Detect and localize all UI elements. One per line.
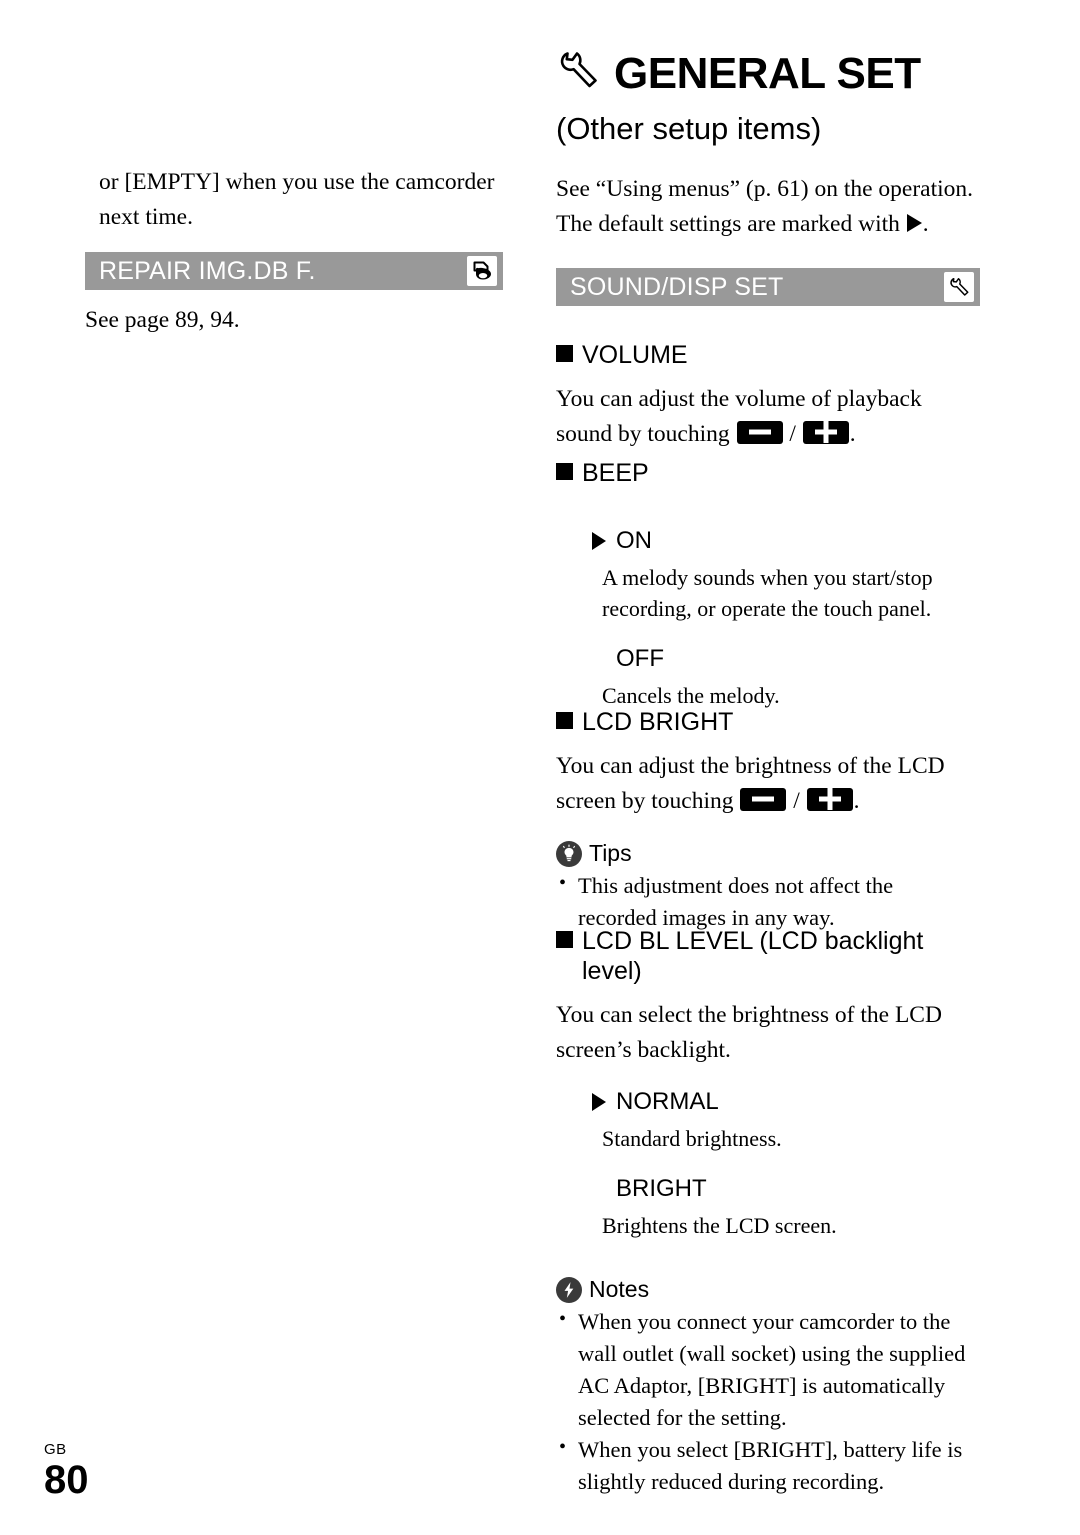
default-marker-triangle-icon (592, 1093, 606, 1112)
default-marker-triangle-icon (592, 532, 606, 550)
setting-heading-label: LCD BL LEVEL (LCD backlight level) (582, 927, 924, 985)
setting-description-lcd-bright: You can adjust the brightness of the LCD… (556, 749, 980, 818)
manage-media-icon (467, 256, 497, 286)
chapter-subtitle: (Other setup items) (556, 111, 822, 146)
slash-separator: / (789, 420, 796, 447)
option-description: A melody sounds when you start/stop reco… (602, 564, 933, 622)
notes-callout-header: Notes (556, 1276, 986, 1304)
setting-item-lcd-bl-level: LCD BL LEVEL (LCD backlight level) You c… (556, 926, 986, 1499)
option-label: NORMAL (616, 1088, 719, 1116)
intro-line-1: See “Using menus” (p. 61) on the operati… (556, 176, 974, 202)
chapter-title-text: GENERAL SET (614, 48, 921, 98)
setting-heading-volume: VOLUME (556, 340, 980, 370)
option-beep-off[interactable]: OFF (556, 645, 980, 674)
lightning-bolt-icon (556, 1276, 582, 1303)
intro-line-2-before: The default settings are marked with (556, 210, 900, 237)
option-label: ON (616, 527, 652, 554)
list-item: This adjustment does not affect the reco… (556, 869, 976, 934)
notes-label: Notes (589, 1276, 650, 1303)
slash-separator: / (793, 787, 800, 814)
intro-paragraph: See “Using menus” (p. 61) on the operati… (556, 172, 986, 241)
continued-paragraph: or [EMPTY] when you use the camcorder ne… (99, 169, 495, 230)
square-bullet-icon (556, 463, 573, 480)
plus-button-icon[interactable] (806, 787, 853, 811)
square-bullet-icon (556, 712, 573, 729)
option-lcd-bl-bright[interactable]: BRIGHT (556, 1175, 986, 1204)
option-description: Brightens the LCD screen. (602, 1212, 837, 1238)
list-item: When you connect your camcorder to the w… (556, 1305, 980, 1434)
setting-heading-beep: BEEP (556, 458, 980, 488)
page-footer: GB 80 (44, 1442, 89, 1500)
option-description: Standard brightness. (602, 1125, 782, 1151)
intro-line-2-after: . (922, 210, 929, 237)
setting-heading-label: VOLUME (582, 341, 688, 369)
lightbulb-icon (556, 840, 582, 867)
setting-heading-lcd-bl-level: LCD BL LEVEL (LCD backlight level) (556, 926, 986, 986)
default-marker-triangle-icon (906, 213, 922, 232)
option-label: OFF (616, 645, 664, 673)
notes-bullet-list: When you connect your camcorder to the w… (556, 1305, 980, 1499)
period: . (853, 787, 860, 814)
setting-item-lcd-bright: LCD BRIGHT You can adjust the brightness… (556, 707, 980, 935)
manual-page: or [EMPTY] when you use the camcorder ne… (0, 0, 1080, 1535)
setting-description-volume: You can adjust the volume of playback so… (556, 382, 980, 451)
tips-bullet-list: This adjustment does not affect the reco… (556, 869, 976, 934)
minus-button-icon[interactable] (736, 420, 783, 444)
page-number: 80 (44, 1458, 89, 1502)
section-bar-sound-disp-set: SOUND/DISP SET (556, 268, 980, 306)
plus-button-icon[interactable] (802, 420, 849, 444)
left-column: or [EMPTY] when you use the camcorder ne… (85, 0, 503, 1400)
wrench-icon (944, 272, 974, 302)
setting-heading-label: BEEP (582, 459, 649, 487)
footer-region-code: GB (44, 1441, 67, 1458)
right-column: GENERAL SET (Other setup items) See “Usi… (556, 0, 980, 1494)
setting-item-beep: BEEP ON A melody sounds when you start/s… (556, 458, 980, 711)
chapter-title: GENERAL SET (556, 48, 921, 99)
section-bar-label: SOUND/DISP SET (570, 272, 784, 301)
minus-button-icon[interactable] (740, 787, 787, 811)
setting-heading-lcd-bright: LCD BRIGHT (556, 707, 980, 737)
square-bullet-icon (556, 931, 573, 948)
option-beep-on[interactable]: ON (556, 527, 980, 556)
section-bar-repair-img-db: REPAIR IMG.DB F. (85, 252, 503, 290)
setting-description-lcd-bl-level: You can select the brightness of the LCD… (556, 1002, 942, 1063)
list-item: When you select [BRIGHT], battery life i… (556, 1433, 980, 1498)
see-page-reference[interactable]: See page 89, 94. (85, 303, 489, 338)
option-lcd-bl-normal[interactable]: NORMAL (556, 1088, 986, 1117)
tips-label: Tips (589, 840, 632, 867)
setting-heading-label: LCD BRIGHT (582, 708, 734, 736)
section-bar-label: REPAIR IMG.DB F. (99, 256, 316, 285)
setting-item-volume: VOLUME You can adjust the volume of play… (556, 340, 980, 451)
square-bullet-icon (556, 345, 573, 362)
tips-callout-header: Tips (556, 840, 980, 868)
wrench-icon (556, 48, 602, 99)
period: . (849, 420, 856, 447)
option-label: BRIGHT (616, 1175, 707, 1203)
